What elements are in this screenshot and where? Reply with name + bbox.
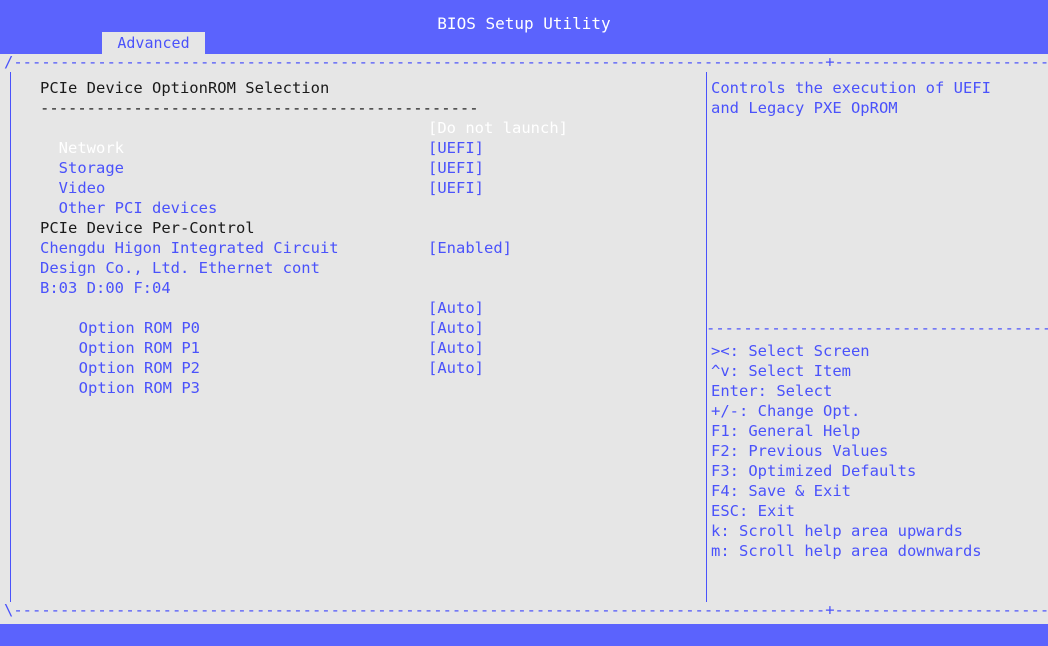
footer-bar — [0, 624, 1048, 646]
setting-other-pci-label: Other PCI devices — [58, 199, 218, 217]
header-bar: BIOS Setup Utility Advanced — [0, 0, 1048, 54]
frame-top-border: /---------------------------------------… — [4, 54, 1048, 70]
device-bdf: B:03 D:00 F:04 — [40, 279, 171, 297]
help-key-select-item: ^v: Select Item — [711, 362, 851, 380]
help-key-f3: F3: Optimized Defaults — [711, 462, 917, 480]
tab-advanced[interactable]: Advanced — [102, 32, 205, 54]
frame-bottom-border: \---------------------------------------… — [4, 602, 1048, 618]
frame-left-border — [10, 72, 11, 602]
option-rom-label: Option ROM P3 — [78, 379, 200, 397]
help-key-change-opt: +/-: Change Opt. — [711, 402, 861, 420]
window-title: BIOS Setup Utility — [437, 14, 611, 33]
help-key-f4: F4: Save & Exit — [711, 482, 851, 500]
frame-center-divider — [706, 72, 707, 602]
setting-video-value: [UEFI] — [428, 159, 484, 177]
help-description-line1: Controls the execution of UEFI — [711, 79, 991, 97]
option-rom-value: [Auto] — [428, 359, 484, 377]
help-description-line2: and Legacy PXE OpROM — [711, 99, 898, 117]
help-key-esc: ESC: Exit — [711, 502, 795, 520]
setting-network-value: [Do not launch] — [428, 119, 568, 137]
device-name-line2: Design Co., Ltd. Ethernet cont — [40, 259, 320, 277]
section-separator: ----------------------------------------… — [40, 99, 479, 117]
section-title-per-control: PCIe Device Per-Control — [40, 219, 255, 237]
setting-other-pci-value: [UEFI] — [428, 179, 484, 197]
section-title-optionrom: PCIe Device OptionROM Selection — [40, 79, 330, 97]
help-key-k: k: Scroll help area upwards — [711, 522, 963, 540]
setting-device-ethernet[interactable]: Chengdu Higon Integrated Circuit Design … — [40, 238, 600, 298]
help-key-f2: F2: Previous Values — [711, 442, 889, 460]
option-rom-value: [Auto] — [428, 339, 484, 357]
device-ethernet-value: [Enabled] — [428, 239, 512, 257]
setting-storage-value: [UEFI] — [428, 139, 484, 157]
help-key-f1: F1: General Help — [711, 422, 861, 440]
option-rom-value: [Auto] — [428, 299, 484, 317]
device-name-line1: Chengdu Higon Integrated Circuit — [40, 239, 339, 257]
option-rom-value: [Auto] — [428, 319, 484, 337]
help-key-enter: Enter: Select — [711, 382, 833, 400]
help-key-m: m: Scroll help area downwards — [711, 542, 982, 560]
setting-option-rom-p3[interactable]: Option ROM P3 [Auto] — [60, 358, 600, 418]
help-key-select-screen: ><: Select Screen — [711, 342, 870, 360]
help-separator: ----------------------------------------… — [706, 320, 1048, 336]
